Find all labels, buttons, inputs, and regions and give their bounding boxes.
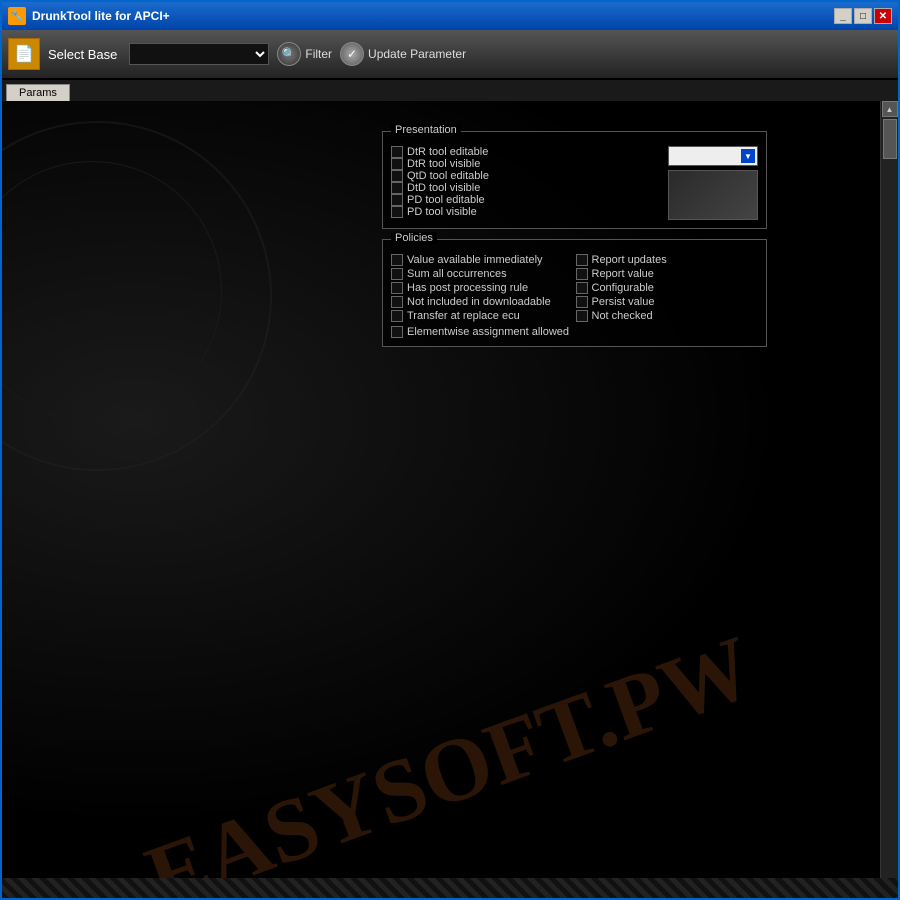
checkbox-elementwise[interactable]: [391, 326, 403, 338]
label-post-processing: Has post processing rule: [407, 282, 528, 294]
label-dtr-visible: DtR tool visible: [407, 158, 480, 170]
label-sum-all: Sum all occurrences: [407, 268, 507, 280]
select-base-label: Select Base: [48, 47, 117, 62]
checkbox-report-value[interactable]: [576, 268, 588, 280]
check-persist-value: Persist value: [576, 296, 759, 308]
bottom-stripe: [2, 878, 898, 898]
check-not-included: Not included in downloadable: [391, 296, 574, 308]
check-qtd-editable: QtD tool editable: [391, 170, 660, 182]
presentation-inner: DtR tool editable DtR tool visible QtD t…: [391, 146, 758, 220]
label-report-updates: Report updates: [592, 254, 667, 266]
update-label: Update Parameter: [368, 47, 466, 61]
checkbox-not-included[interactable]: [391, 296, 403, 308]
dropdown-arrow-icon: ▼: [741, 149, 755, 163]
check-transfer-replace: Transfer at replace ecu: [391, 310, 574, 322]
main-content: EASYSOFT.PW Presentation DtR tool editab…: [2, 101, 898, 898]
scrollbar: ▲ ▼: [880, 101, 898, 898]
scroll-up-button[interactable]: ▲: [882, 101, 898, 117]
toolbar: 📄 Select Base 🔍 Filter ✓ Update Paramete…: [2, 30, 898, 80]
scroll-thumb[interactable]: [883, 119, 897, 159]
checkbox-qtd-editable[interactable]: [391, 170, 403, 182]
label-qtd-editable: QtD tool editable: [407, 170, 489, 182]
check-report-value: Report value: [576, 268, 759, 280]
check-value-available: Value available immediately: [391, 254, 574, 266]
checkbox-sum-all[interactable]: [391, 268, 403, 280]
app-icon: 🔧: [8, 7, 26, 25]
checkbox-configurable[interactable]: [576, 282, 588, 294]
label-pd-visible: PD tool visible: [407, 206, 477, 218]
label-dtr-editable: DtR tool editable: [407, 146, 488, 158]
minimize-button[interactable]: _: [834, 8, 852, 24]
filter-icon: 🔍: [277, 42, 301, 66]
tabs-bar: Params: [2, 80, 898, 101]
checkbox-transfer-replace[interactable]: [391, 310, 403, 322]
check-pd-visible: PD tool visible: [391, 206, 660, 218]
update-parameter-button[interactable]: ✓ Update Parameter: [340, 42, 466, 66]
label-configurable: Configurable: [592, 282, 654, 294]
check-configurable: Configurable: [576, 282, 759, 294]
titlebar: 🔧 DrunkTool lite for APCI+ _ □ ✕: [2, 2, 898, 30]
label-not-checked: Not checked: [592, 310, 653, 322]
checkbox-dtr-editable[interactable]: [391, 146, 403, 158]
label-pd-editable: PD tool editable: [407, 194, 485, 206]
presentation-checks: DtR tool editable DtR tool visible QtD t…: [391, 146, 660, 220]
label-not-included: Not included in downloadable: [407, 296, 551, 308]
select-base-dropdown[interactable]: [129, 43, 269, 65]
policies-title: Policies: [391, 232, 437, 244]
check-elementwise: Elementwise assignment allowed: [391, 326, 758, 338]
check-pd-editable: PD tool editable: [391, 194, 660, 206]
filter-button[interactable]: 🔍 Filter: [277, 42, 332, 66]
check-sum-all: Sum all occurrences: [391, 268, 574, 280]
toolbar-doc-icon: 📄: [8, 38, 40, 70]
checkbox-post-processing[interactable]: [391, 282, 403, 294]
scroll-track: [881, 117, 898, 882]
check-not-checked: Not checked: [576, 310, 759, 322]
presentation-body: DtR tool editable DtR tool visible QtD t…: [383, 132, 766, 228]
presentation-preview: ▼: [668, 146, 758, 220]
label-elementwise: Elementwise assignment allowed: [407, 326, 569, 338]
label-transfer-replace: Transfer at replace ecu: [407, 310, 520, 322]
preview-image: [668, 170, 758, 220]
check-report-updates: Report updates: [576, 254, 759, 266]
presentation-panel: Presentation DtR tool editable DtR tool …: [382, 131, 767, 229]
check-dtd-visible: DtD tool visible: [391, 182, 660, 194]
presentation-title: Presentation: [391, 124, 461, 136]
label-dtd-visible: DtD tool visible: [407, 182, 480, 194]
checkbox-report-updates[interactable]: [576, 254, 588, 266]
policies-body: Value available immediately Report updat…: [383, 240, 766, 346]
checkbox-dtr-visible[interactable]: [391, 158, 403, 170]
window-title: DrunkTool lite for APCI+: [32, 9, 834, 23]
checkbox-value-available[interactable]: [391, 254, 403, 266]
window-controls: _ □ ✕: [834, 8, 892, 24]
main-window: 🔧 DrunkTool lite for APCI+ _ □ ✕ 📄 Selec…: [0, 0, 900, 900]
checkbox-dtd-visible[interactable]: [391, 182, 403, 194]
label-persist-value: Persist value: [592, 296, 655, 308]
update-icon: ✓: [340, 42, 364, 66]
label-value-available: Value available immediately: [407, 254, 543, 266]
checkbox-not-checked[interactable]: [576, 310, 588, 322]
filter-label: Filter: [305, 47, 332, 61]
checkbox-persist-value[interactable]: [576, 296, 588, 308]
checkbox-pd-visible[interactable]: [391, 206, 403, 218]
maximize-button[interactable]: □: [854, 8, 872, 24]
check-post-processing: Has post processing rule: [391, 282, 574, 294]
preview-dropdown[interactable]: ▼: [668, 146, 758, 166]
tab-params[interactable]: Params: [6, 84, 70, 101]
label-report-value: Report value: [592, 268, 654, 280]
check-dtr-visible: DtR tool visible: [391, 158, 660, 170]
checkbox-pd-editable[interactable]: [391, 194, 403, 206]
check-dtr-editable: DtR tool editable: [391, 146, 660, 158]
close-button[interactable]: ✕: [874, 8, 892, 24]
policies-panel: Policies Value available immediately Rep…: [382, 239, 767, 347]
panels-area: Presentation DtR tool editable DtR tool …: [12, 111, 838, 357]
